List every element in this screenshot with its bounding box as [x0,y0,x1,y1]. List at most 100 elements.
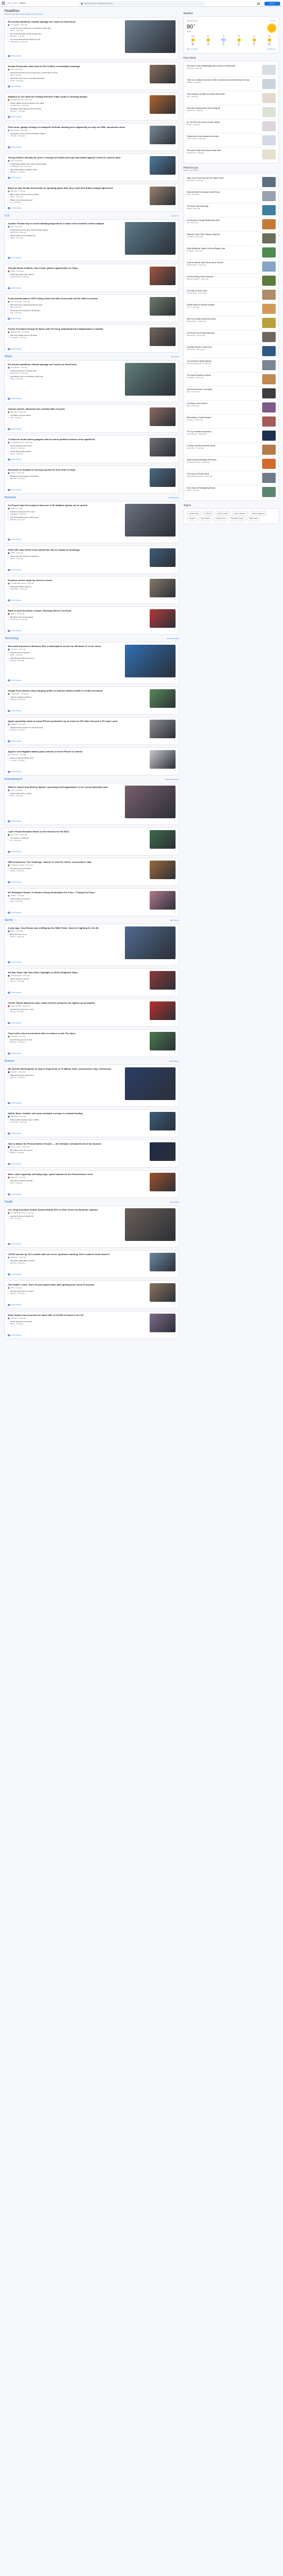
full-coverage-button[interactable]: Full Coverage [8,1243,21,1245]
more-options-icon[interactable]: ⋮ [173,176,176,179]
story-image[interactable] [125,645,176,677]
related-story[interactable]: Producer prices jump 1% in June MarketWat… [8,511,123,515]
more-options-icon[interactable]: ⋮ [173,1243,176,1245]
pick-item[interactable]: A Guide to the Best Summer Reads Literary… [187,443,276,458]
related-story[interactable]: Full list of Emmy nominees Variety · 2 ho… [8,898,147,902]
related-story[interactable]: Fed chair testifies before House panel Bl… [8,516,123,521]
pick-item[interactable]: The Surfer Kept Swimming Outside · 4 hour… [187,203,276,218]
related-story[interactable]: Loki season 2 confirmed IGN · 5 hours ago [8,837,147,841]
section-title[interactable]: Science [5,1059,15,1063]
topic-chip[interactable]: Stock market [199,517,212,521]
more-options-icon[interactable]: ⋮ [173,1303,176,1306]
story-image[interactable] [150,438,176,456]
full-coverage-button[interactable]: Full Coverage [8,489,21,491]
full-coverage-button[interactable]: Full Coverage [8,538,21,540]
story-image[interactable] [150,187,176,205]
story-image[interactable] [150,1253,176,1271]
pick-item[interactable]: Why Your Garden Needs More Bees Modern Fa… [187,316,276,331]
more-options-icon[interactable]: ⋮ [173,850,176,853]
story-source[interactable]: CNN [11,790,14,791]
pick-item[interactable]: Inside a Record-Breaking Heat Wave The Wa… [187,457,276,472]
full-coverage-button[interactable]: Full Coverage [8,1193,21,1195]
section-title[interactable]: Health [5,1200,12,1204]
story-headline[interactable]: Senate Democrats reach deal on $3.5 tril… [8,65,147,68]
related-story[interactable]: Troops deployed amid unrest Al Jazeera · … [8,445,147,449]
topic-chip[interactable]: Artificial intelligence [249,511,267,516]
story-image[interactable] [150,126,176,144]
story-source[interactable]: CNBC [11,552,15,554]
related-story[interactable]: Automakers react to combustion engine ba… [8,375,123,380]
story-source[interactable]: ESPN [11,930,15,932]
story-image[interactable] [125,363,176,396]
story-headline[interactable]: Bolsonaro in hospital on hiccups persist… [8,468,147,471]
menu-icon[interactable] [2,2,5,5]
fact-check-item[interactable]: Viral video misrepresents Texas voting b… [187,105,276,120]
related-story[interactable]: The father's 24-year search CNN · 7 hours… [8,414,147,419]
full-coverage-button[interactable]: Full Coverage [8,599,21,601]
full-coverage-button[interactable]: Full Coverage [8,256,21,259]
story-headline[interactable]: Another Florida city to review building … [8,222,123,225]
story-image[interactable] [125,786,176,818]
story-image[interactable] [150,689,176,708]
related-story[interactable]: FDA adds Guillain-Barre warning NBC News … [8,1260,147,1264]
story-image[interactable] [150,267,176,285]
related-story[interactable]: Firefighters battle blazes across the We… [8,108,147,112]
more-options-icon[interactable]: ⋮ [173,538,176,540]
full-coverage-button[interactable]: Full Coverage [8,629,21,632]
full-coverage-button[interactable]: Full Coverage [8,287,21,289]
story-image[interactable] [150,407,176,426]
pick-item[interactable]: What We Want From Apple's Next iPhone Wir… [187,189,276,204]
story-headline[interactable]: Apple reportedly wants to boost iPhone p… [8,720,147,722]
related-story[interactable]: Biden makes lunchtime visit to Capitol Po… [8,193,147,198]
related-story[interactable]: Europe fires the starting gun on ambitio… [8,27,123,32]
full-coverage-button[interactable]: Full Coverage [8,1052,21,1054]
related-story[interactable]: EU unveils sweeping climate change plan B… [8,33,123,37]
search-input[interactable]: Search for topics, locations & sources [79,1,205,6]
story-image[interactable] [150,891,176,910]
story-source[interactable]: Space.com [11,1177,18,1178]
pick-item[interactable]: What Wimbledon Taught Us About Staying C… [187,246,276,260]
more-options-icon[interactable]: ⋮ [173,287,176,289]
story-source[interactable]: NBC News [11,190,17,192]
related-story[interactable]: Carbon border tax to reshape trade Financ… [8,370,123,374]
story-image[interactable] [125,222,176,255]
related-story[interactable]: Airline posts first profit since pandemi… [8,555,147,560]
story-source[interactable]: Entertainment Weekly [11,864,24,866]
more-options-icon[interactable]: ⋮ [173,489,176,491]
section-title[interactable]: U.S. [5,214,10,218]
full-coverage-button[interactable]: Full Coverage [8,348,21,350]
more-options-icon[interactable]: ⋮ [173,820,176,822]
more-options-icon[interactable]: ⋮ [173,85,176,87]
related-story[interactable]: Cloud PC arrives August 2 ZDNet · 3 hours… [8,651,123,656]
section-title[interactable]: Business [5,496,16,499]
unit-toggle[interactable]: °C | °F [271,20,276,22]
related-story[interactable]: Why Texas House Democrats fled the state… [8,304,147,308]
story-source[interactable]: Reuters [11,472,16,474]
full-coverage-button[interactable]: Full Coverage [8,1102,21,1104]
story-source[interactable]: Sports Illustrated [11,975,21,977]
more-options-icon[interactable]: ⋮ [173,599,176,601]
related-story[interactable]: Ohtani delivers in Denver MLB.com · 4 hou… [8,978,147,982]
weather-source[interactable]: weather.com [267,48,276,50]
more-options-icon[interactable]: ⋮ [173,991,176,994]
more-options-icon[interactable]: ⋮ [173,256,176,259]
story-headline[interactable]: NASA: Moon 'wobble' will cause dramatic … [8,1112,147,1115]
story-image[interactable] [150,750,176,769]
more-options-icon[interactable]: ⋮ [173,1132,176,1134]
story-source[interactable]: Deutsche Welle [11,331,20,333]
story-headline[interactable]: Cait Sadlier, news: Don't let your guard… [8,1283,147,1286]
topic-chip[interactable]: COVID-19 [203,511,214,516]
pick-item[interactable]: The Return of the Drive-In NPR · 18 hours… [187,401,276,415]
more-options-icon[interactable]: ⋮ [173,710,176,712]
related-story[interactable]: Suppliers told to prepare for record dem… [8,726,147,731]
apps-grid-icon[interactable] [257,2,260,5]
fact-check-item[interactable]: Fact-checking, say Biden on claims about… [187,91,276,106]
full-coverage-button[interactable]: Full Coverage [8,911,21,914]
more-options-icon[interactable]: ⋮ [173,881,176,883]
section-more-link[interactable]: More Health [170,1201,179,1203]
related-story[interactable]: Big banks report strong quarter Yahoo Fin… [8,616,147,620]
more-options-icon[interactable]: ⋮ [173,1022,176,1024]
story-image[interactable] [150,1173,176,1191]
story-source[interactable]: Politico [11,271,15,272]
google-news-logo[interactable]: Google News [7,2,25,5]
